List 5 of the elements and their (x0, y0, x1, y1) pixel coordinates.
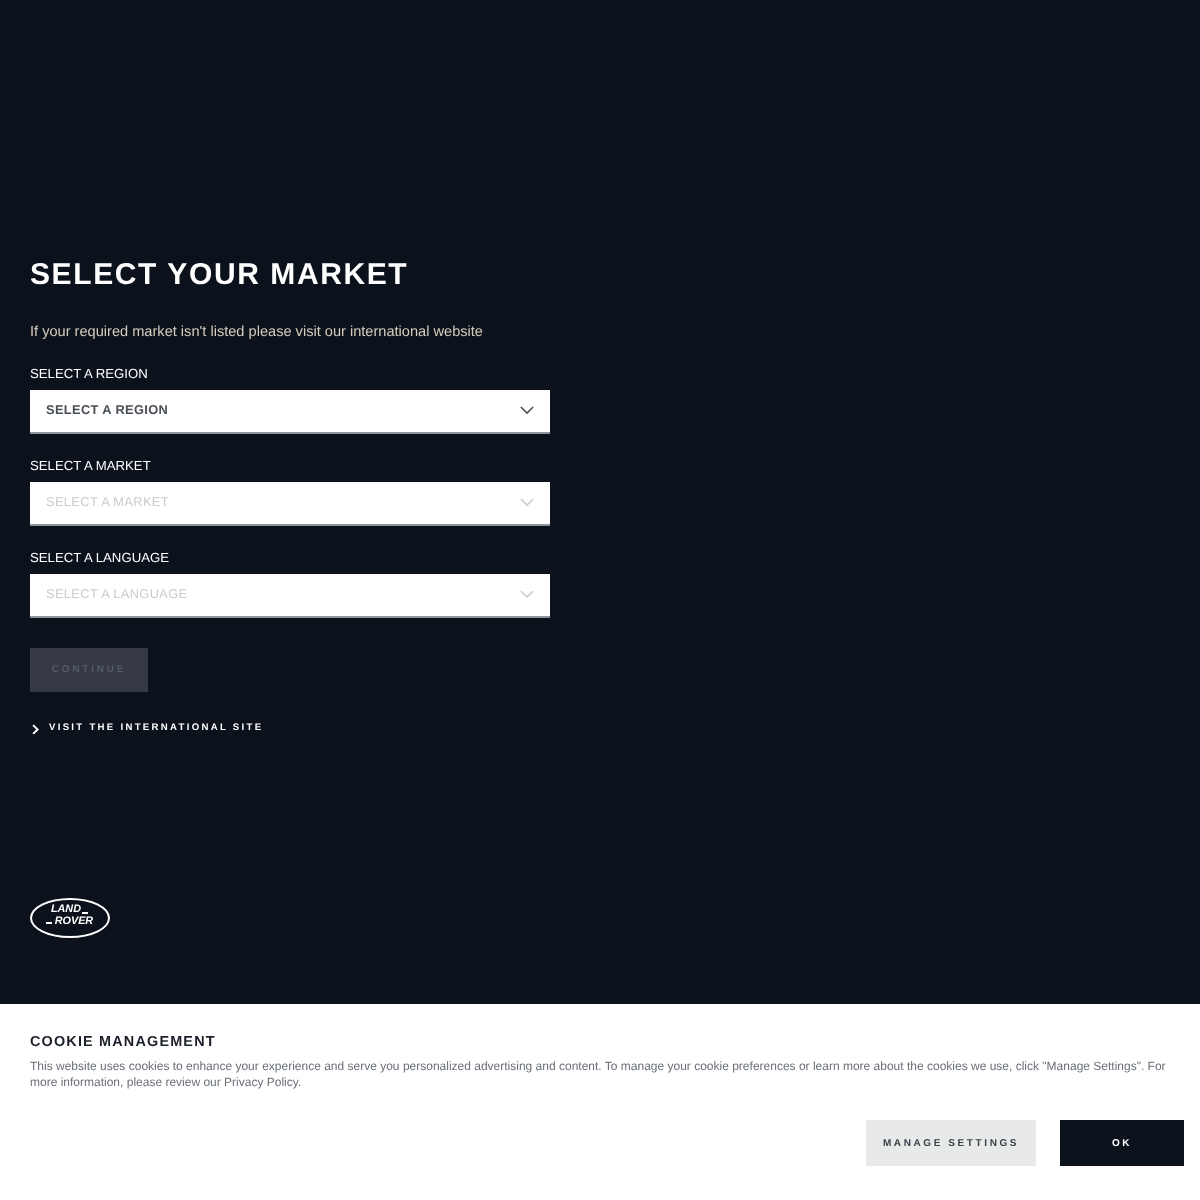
chevron-down-icon (520, 406, 534, 416)
chevron-down-icon (520, 590, 534, 600)
chevron-down-icon (520, 498, 534, 508)
page-title: SELECT YOUR MARKET (30, 256, 409, 296)
chevron-right-icon (32, 723, 39, 735)
